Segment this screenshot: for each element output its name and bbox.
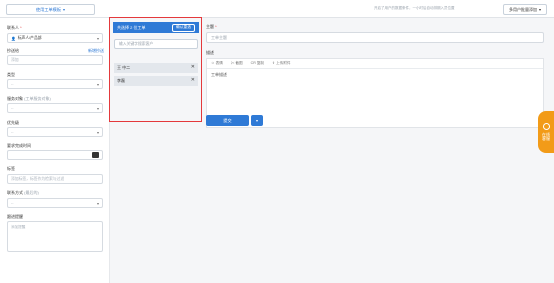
popup-title: 共选择 2 位工单 <box>117 24 146 30</box>
use-template-button[interactable]: 使用工单模板 ▾ <box>6 4 95 15</box>
add-cc-link[interactable]: 新增抄送 <box>88 48 104 54</box>
assignee-select[interactable]: -- <box>7 103 103 113</box>
editor-toolbar: ☺ 表情 ✂ 截图 CR 复制 ⇪ 上传附件 <box>207 59 543 69</box>
tags-label: 标签 <box>7 166 15 171</box>
contact-label: 联系方式 (最后的) <box>7 190 39 195</box>
close-icon[interactable]: ✕ <box>191 77 195 83</box>
toolbar-copy[interactable]: CR 复制 <box>251 61 264 66</box>
chevron-down-icon: ▾ <box>63 7 66 12</box>
remark-textarea[interactable]: 添加提醒 <box>7 221 103 252</box>
batch-add-button[interactable]: 多用户批量添加 ▾ <box>503 4 547 15</box>
top-note: 开启了用户的数据条件，一小时后自动排期入员位置 <box>374 6 455 10</box>
online-service-label: 在线客服 <box>542 131 550 141</box>
requester-label: 联系人 * <box>7 25 22 30</box>
top-bar: 使用工单模板 ▾ 开启了用户的数据条件，一小时后自动排期入员位置 多用户批量添加… <box>0 0 554 18</box>
close-icon[interactable]: ✕ <box>191 64 195 70</box>
priority-label: 优先级 <box>7 120 19 125</box>
calendar-icon[interactable] <box>92 152 99 158</box>
toolbar-emoji[interactable]: ☺ 表情 <box>211 61 223 66</box>
cc-label: 抄送给 <box>7 48 19 53</box>
headset-icon <box>542 122 550 130</box>
submit-options-button[interactable]: ▾ <box>251 115 263 126</box>
confirm-reselect-button[interactable]: 确认重选 <box>171 23 195 32</box>
deadline-label: 要求完成时间 <box>7 143 31 148</box>
popup-header: 共选择 2 位工单 确认重选 <box>113 22 199 33</box>
subject-label: 主题 * <box>206 24 217 29</box>
online-service-widget[interactable]: 在线客服 <box>538 111 554 153</box>
main-form: 主题 * 工单主题 描述 ☺ 表情 ✂ 截图 CR 复制 ⇪ 上传附件 工单描述… <box>205 18 545 283</box>
type-select[interactable]: -- <box>7 79 103 89</box>
toolbar-screenshot[interactable]: ✂ 截图 <box>231 61 243 66</box>
left-form-panel: 联系人 * 👤标声人/产品部 抄送给 新增抄送 添加 类型 -- 服务对象 (工… <box>0 18 110 283</box>
submit-button[interactable]: 提交 <box>206 115 249 126</box>
selected-item: 李磊 ✕ <box>114 76 198 86</box>
contact-select[interactable]: -- <box>7 198 103 208</box>
chevron-down-icon: ▾ <box>255 118 258 123</box>
batch-add-label: 多用户批量添加 <box>508 6 537 12</box>
subject-input[interactable]: 工单主题 <box>206 32 544 43</box>
type-label: 类型 <box>7 72 15 77</box>
assignee-label: 服务对象 (工单服务对象) <box>7 96 51 101</box>
tags-input[interactable]: 添加标签，标签作为检索与过滤 <box>7 174 103 184</box>
requester-select[interactable]: 👤 标声人/产品部 <box>7 33 103 43</box>
description-label: 描述 <box>206 50 214 55</box>
use-template-label: 使用工单模板 <box>35 6 62 12</box>
chevron-down-icon: ▾ <box>538 7 541 12</box>
cc-input[interactable]: 添加 <box>7 55 103 65</box>
toolbar-upload[interactable]: ⇪ 上传附件 <box>272 61 290 66</box>
remark-label: 跟进提醒 <box>7 214 23 219</box>
deadline-input[interactable] <box>7 150 103 160</box>
user-icon: 👤 <box>11 36 16 41</box>
customer-search-input[interactable]: 输入关键字搜索客户 <box>114 39 198 49</box>
editor-text: 工单描述 <box>211 72 227 77</box>
customer-picker-popup: 共选择 2 位工单 确认重选 输入关键字搜索客户 王 中二 ✕ 李磊 ✕ <box>109 17 202 122</box>
priority-select[interactable]: -- <box>7 127 103 137</box>
selected-item: 王 中二 ✕ <box>114 63 198 73</box>
